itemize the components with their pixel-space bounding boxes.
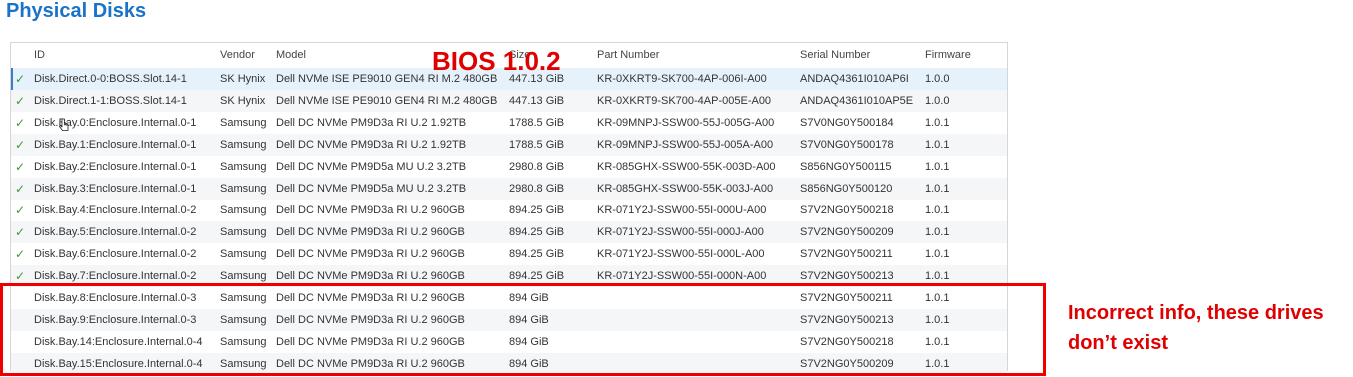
cell-part-number: KR-071Y2J-SSW00-55I-000J-A00 (597, 226, 764, 239)
cell-part-number: KR-085GHX-SSW00-55K-003D-A00 (597, 160, 776, 173)
cell-serial-number: S7V2NG0Y500218 (800, 204, 894, 217)
cell-size: 1788.5 GiB (509, 116, 565, 129)
column-header-part-number[interactable]: Part Number (597, 43, 799, 68)
cell-vendor: Samsung (220, 248, 267, 261)
cell-model: Dell DC NVMe PM9D3a RI U.2 960GB (276, 248, 465, 261)
row-status-check-icon: ✓ (15, 203, 26, 218)
cell-model: Dell DC NVMe PM9D3a RI U.2 1.92TB (276, 116, 467, 129)
annotation-note: Incorrect info, these drives don’t exist (1068, 298, 1353, 358)
cell-serial-number: S7V2NG0Y500209 (800, 226, 894, 239)
table-row[interactable]: ✓ Disk.Bay.3:Enclosure.Internal.0-1 Samsun… (11, 177, 1007, 200)
row-status-check-icon: ✓ (15, 225, 26, 240)
table-row[interactable]: ✓ Disk.Bay.5:Enclosure.Internal.0-2 Samsun… (11, 221, 1007, 244)
cell-id: Disk.Bay.6:Enclosure.Internal.0-2 (34, 248, 197, 261)
cell-id: Disk.Direct.0-0:BOSS.Slot.14-1 (34, 73, 187, 85)
annotation-note-line-1: Incorrect info, these drives (1068, 302, 1324, 324)
cell-part-number: KR-085GHX-SSW00-55K-003J-A00 (597, 182, 774, 195)
cell-vendor: Samsung (220, 204, 267, 217)
mouse-cursor-icon (59, 118, 69, 131)
cell-vendor: SK Hynix (220, 94, 266, 107)
table-row[interactable]: ✓ Disk.Direct.1-1:BOSS.Slot.14-1 SK Hynix D… (11, 89, 1007, 112)
cell-id: Disk.Bay.2:Enclosure.Internal.0-1 (34, 160, 197, 173)
cell-firmware: 1.0.1 (925, 138, 950, 151)
row-status-check-icon: ✓ (15, 181, 26, 196)
cell-vendor: SK Hynix (220, 73, 266, 85)
table-row[interactable]: ✓ Disk.Bay.0:Enclosure.Internal.0-1 Samsun… (11, 112, 1007, 134)
cell-model: Dell DC NVMe PM9D3a RI U.2 960GB (276, 226, 465, 239)
cell-firmware: 1.0.1 (925, 248, 950, 261)
cell-vendor: Samsung (220, 226, 267, 239)
cell-size: 1788.5 GiB (509, 138, 565, 151)
cell-size: 447.13 GiB (509, 94, 565, 107)
table-row[interactable]: ✓ Disk.Bay.6:Enclosure.Internal.0-2 Samsun… (11, 243, 1007, 265)
cell-part-number: KR-09MNPJ-SSW00-55J-005G-A00 (597, 116, 775, 129)
cell-serial-number: ANDAQ4361I010AP6I (800, 73, 909, 85)
cell-vendor: Samsung (220, 138, 267, 151)
cell-part-number: KR-071Y2J-SSW00-55I-000U-A00 (597, 204, 767, 217)
cell-serial-number: S856NG0Y500120 (800, 182, 893, 195)
column-header-id[interactable]: ID (34, 43, 219, 68)
cell-size: 894.25 GiB (509, 226, 565, 239)
cell-id: Disk.Bay.4:Enclosure.Internal.0-2 (34, 204, 197, 217)
cell-size: 894.25 GiB (509, 204, 565, 217)
cell-part-number: KR-071Y2J-SSW00-55I-000L-A00 (597, 248, 765, 261)
row-status-check-icon: ✓ (15, 115, 26, 130)
cell-model: Dell DC NVMe PM9D5a MU U.2 3.2TB (276, 182, 467, 195)
table-row[interactable]: ✓ Disk.Bay.1:Enclosure.Internal.0-1 Samsun… (11, 133, 1007, 156)
page-title: Physical Disks (6, 0, 147, 22)
cell-size: 2980.8 GiB (509, 160, 565, 173)
cell-id: Disk.Bay.3:Enclosure.Internal.0-1 (34, 182, 197, 195)
annotation-note-line-2: don’t exist (1068, 332, 1169, 354)
cell-firmware: 1.0.1 (925, 116, 950, 129)
column-header-vendor[interactable]: Vendor (220, 43, 275, 68)
cell-vendor: Samsung (220, 182, 267, 195)
column-header-firmware[interactable]: Firmware (925, 43, 995, 68)
cell-part-number: KR-09MNPJ-SSW00-55J-005A-A00 (597, 138, 774, 151)
cell-serial-number: ANDAQ4361I010AP5E (800, 94, 914, 107)
cell-vendor: Samsung (220, 116, 267, 129)
row-status-check-icon: ✓ (15, 137, 26, 152)
cell-firmware: 1.0.1 (925, 160, 950, 173)
column-header-serial-number[interactable]: Serial Number (800, 43, 923, 68)
table-row[interactable]: ✓ Disk.Bay.2:Enclosure.Internal.0-1 Samsun… (11, 156, 1007, 178)
cell-model: Dell DC NVMe PM9D5a MU U.2 3.2TB (276, 160, 467, 173)
cell-vendor: Samsung (220, 160, 267, 173)
table-row[interactable]: ✓ Disk.Bay.4:Enclosure.Internal.0-2 Samsun… (11, 199, 1007, 221)
cell-part-number: KR-0XKRT9-SK700-4AP-005E-A00 (597, 94, 772, 107)
cell-model: Dell NVMe ISE PE9010 GEN4 RI M.2 480GB (276, 94, 498, 107)
cell-size: 894.25 GiB (509, 248, 565, 261)
cell-firmware: 1.0.1 (925, 182, 950, 195)
cell-part-number: KR-0XKRT9-SK700-4AP-006I-A00 (597, 73, 767, 85)
cell-size: 2980.8 GiB (509, 182, 565, 195)
cell-model: Dell DC NVMe PM9D3a RI U.2 960GB (276, 204, 465, 217)
cell-id: Disk.Bay.5:Enclosure.Internal.0-2 (34, 226, 197, 239)
row-status-check-icon: ✓ (15, 247, 26, 262)
cell-id: Disk.Direct.1-1:BOSS.Slot.14-1 (34, 94, 187, 107)
cell-serial-number: S7V0NG0Y500178 (800, 138, 894, 151)
cell-firmware: 1.0.0 (925, 73, 950, 85)
cell-serial-number: S856NG0Y500115 (800, 160, 892, 173)
row-status-check-icon: ✓ (15, 93, 26, 108)
cell-serial-number: S7V0NG0Y500184 (800, 116, 894, 129)
bios-annotation: BIOS 1.0.2 (432, 46, 561, 76)
cell-firmware: 1.0.1 (925, 226, 950, 239)
cell-serial-number: S7V2NG0Y500211 (800, 248, 893, 261)
cell-id: Disk.Bay.1:Enclosure.Internal.0-1 (34, 138, 197, 151)
row-status-check-icon: ✓ (15, 72, 26, 86)
cell-firmware: 1.0.0 (925, 94, 950, 107)
row-status-check-icon: ✓ (15, 159, 26, 174)
cell-firmware: 1.0.1 (925, 204, 950, 217)
cell-model: Dell DC NVMe PM9D3a RI U.2 1.92TB (276, 138, 467, 151)
highlight-box (0, 283, 1046, 376)
